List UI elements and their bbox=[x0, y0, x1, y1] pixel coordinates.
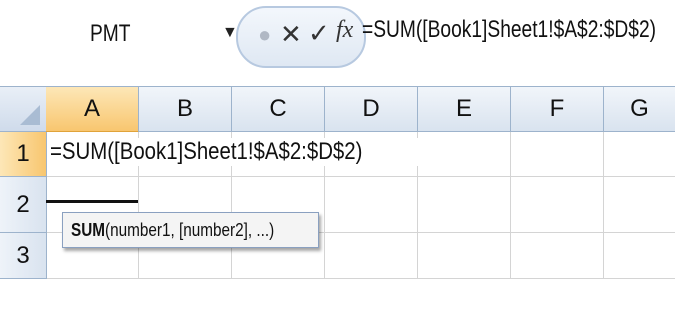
column-header-f[interactable]: F bbox=[511, 87, 604, 132]
tooltip-arguments: (number1, [number2], ...) bbox=[105, 220, 275, 240]
row-header-3[interactable]: 3 bbox=[0, 233, 47, 279]
cell-d3[interactable] bbox=[325, 233, 418, 279]
spreadsheet-grid: A B C D E F G 1 2 3 bbox=[0, 86, 675, 324]
enter-icon[interactable]: ✓ bbox=[308, 18, 330, 49]
cell-e3[interactable] bbox=[418, 233, 511, 279]
cell-f3[interactable] bbox=[511, 233, 604, 279]
function-tooltip: SUM(number1, [number2], ...) bbox=[62, 212, 320, 248]
row-header-2[interactable]: 2 bbox=[0, 177, 47, 233]
handle-icon: ● bbox=[258, 22, 272, 47]
column-header-c[interactable]: C bbox=[232, 87, 325, 132]
column-header-g[interactable]: G bbox=[604, 87, 675, 132]
cell-edit-text[interactable]: =SUM([Book1]Sheet1!$A$2:$D$2) bbox=[50, 138, 418, 166]
formula-bar: PMT ▼ ● ✕ ✓ fx =SUM([Book1]Sheet1!$A$2:$… bbox=[0, 0, 675, 78]
formula-text: =SUM([Book1]Sheet1!$A$2:$D$2) bbox=[362, 16, 657, 43]
select-all-corner[interactable] bbox=[0, 87, 47, 132]
cell-edit-value: =SUM([Book1]Sheet1!$A$2:$D$2) bbox=[50, 138, 363, 165]
active-cell-border bbox=[46, 200, 138, 203]
cancel-icon[interactable]: ✕ bbox=[280, 19, 302, 50]
insert-function-icon[interactable]: fx bbox=[336, 17, 353, 44]
name-box-value: PMT bbox=[90, 20, 131, 47]
cell-e1[interactable] bbox=[418, 132, 511, 177]
column-header-a[interactable]: A bbox=[46, 87, 139, 133]
tooltip-function-name[interactable]: SUM bbox=[71, 220, 105, 240]
formula-buttons: ● ✕ ✓ fx bbox=[236, 6, 366, 68]
column-header-e[interactable]: E bbox=[418, 87, 511, 132]
cell-e2[interactable] bbox=[418, 177, 511, 233]
cell-g2[interactable] bbox=[604, 177, 675, 233]
cell-f1[interactable] bbox=[511, 132, 604, 177]
name-box[interactable]: PMT ▼ bbox=[4, 14, 238, 58]
column-header-d[interactable]: D bbox=[325, 87, 418, 132]
cell-f2[interactable] bbox=[511, 177, 604, 233]
formula-input[interactable]: =SUM([Book1]Sheet1!$A$2:$D$2) bbox=[362, 16, 675, 56]
cell-d2[interactable] bbox=[325, 177, 418, 233]
cell-g1[interactable] bbox=[604, 132, 675, 177]
row-header-1[interactable]: 1 bbox=[0, 132, 47, 177]
cell-g3[interactable] bbox=[604, 233, 675, 279]
column-header-b[interactable]: B bbox=[139, 87, 232, 132]
